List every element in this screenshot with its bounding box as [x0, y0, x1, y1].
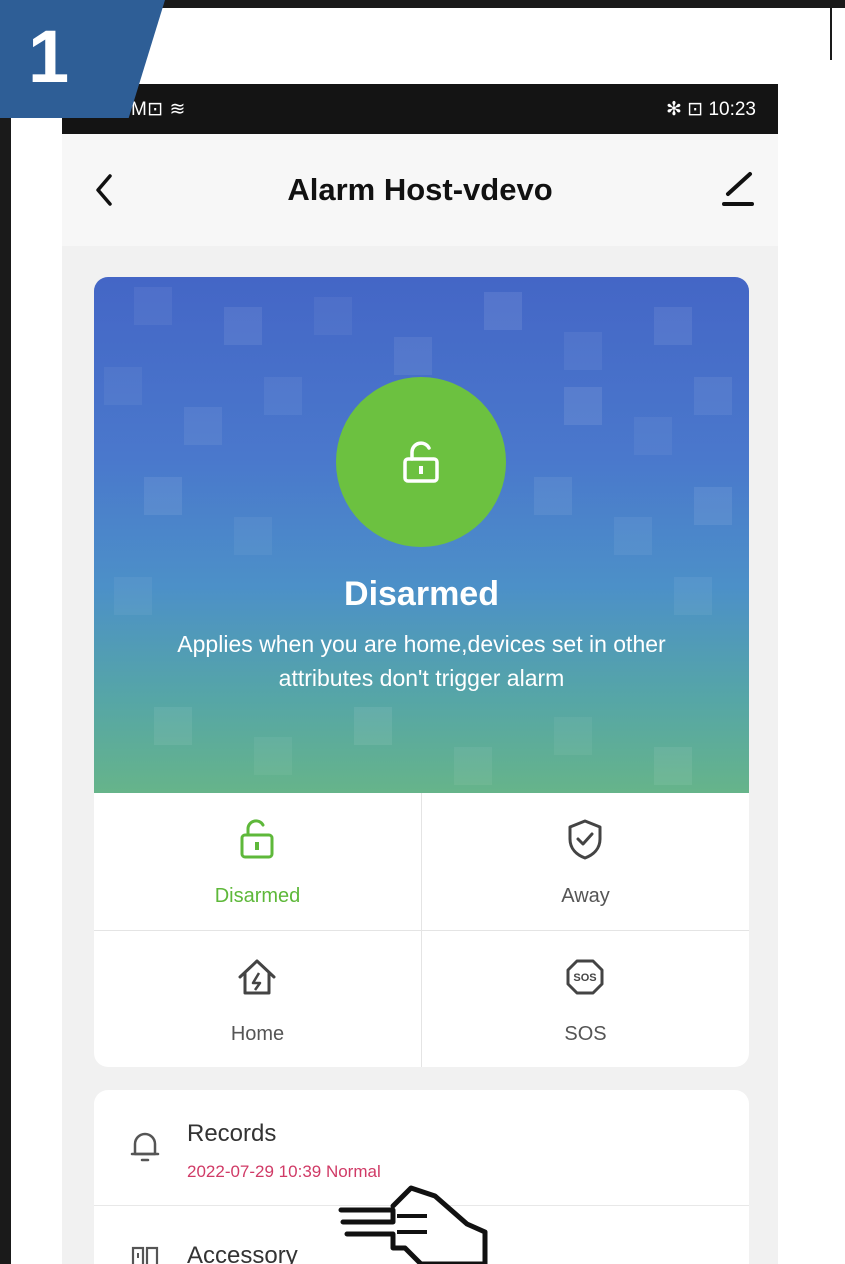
mode-label: Home	[230, 1023, 285, 1045]
accessory-title: Accessory	[187, 1242, 298, 1264]
unlock-icon	[240, 819, 274, 859]
mode-grid: Disarmed Away Home SOS SOS	[94, 793, 749, 1067]
page-title: Alarm Host-vdevo	[287, 172, 553, 207]
unlock-icon	[403, 441, 439, 483]
page-frame-left	[0, 0, 11, 1264]
alarm-state-description: Applies when you are home,devices set in…	[177, 631, 666, 691]
phone-screen: SIM⊡ ≋ ✻ ⊡ 10:23 Alarm Host-vdevo Disarm…	[62, 84, 778, 1264]
edit-icon[interactable]	[718, 166, 758, 210]
svg-text:SOS: SOS	[573, 972, 596, 984]
sos-icon: SOS	[566, 959, 604, 995]
bell-icon	[130, 1132, 160, 1162]
shield-check-icon	[568, 819, 602, 860]
status-right: ✻ ⊡ 10:23	[666, 99, 756, 120]
step-number: 1	[28, 15, 70, 98]
status-bar: SIM⊡ ≋ ✻ ⊡ 10:23	[62, 84, 778, 134]
mode-away-button[interactable]: Away	[422, 793, 749, 930]
mode-home-button[interactable]: Home	[94, 931, 421, 1068]
pointing-hand-icon	[338, 1185, 488, 1264]
mode-label: SOS	[564, 1023, 607, 1045]
mode-label: Disarmed	[214, 885, 301, 907]
mode-sos-button[interactable]: SOS SOS	[422, 931, 749, 1068]
alarm-state-title: Disarmed	[344, 575, 499, 613]
disarmed-status-button[interactable]	[336, 377, 506, 547]
alarm-status-panel: Disarmed Applies when you are home,devic…	[94, 277, 749, 793]
home-bolt-icon	[238, 959, 276, 995]
mode-disarmed-button[interactable]: Disarmed	[94, 793, 421, 930]
records-title: Records	[187, 1120, 277, 1147]
mode-label: Away	[561, 885, 610, 907]
nav-bar: Alarm Host-vdevo	[62, 134, 778, 246]
page-frame-right	[830, 0, 832, 60]
accessory-icon	[131, 1246, 159, 1264]
